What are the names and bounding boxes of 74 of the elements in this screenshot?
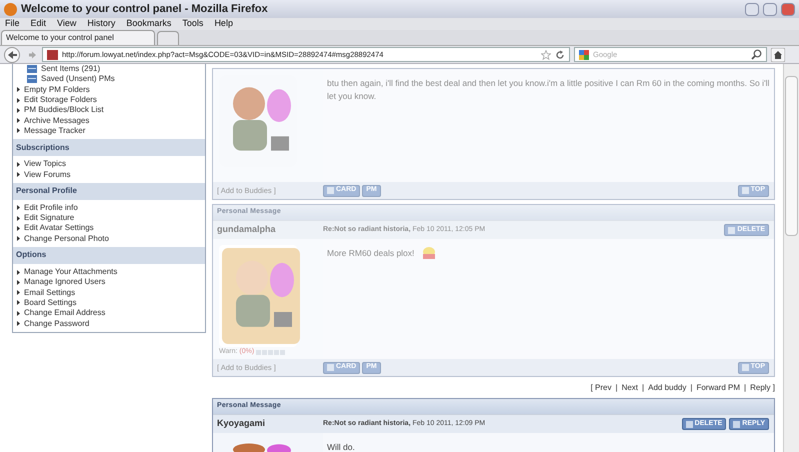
section-header: Subscriptions xyxy=(13,139,205,156)
menu-item[interactable]: Bookmarks xyxy=(126,17,172,31)
sidebar-link[interactable]: Email Settings xyxy=(24,286,76,299)
bullet-icon xyxy=(17,172,20,178)
sidebar-link[interactable]: View Topics xyxy=(24,158,66,170)
sidebar-link[interactable]: Edit Avatar Settings xyxy=(24,222,94,234)
warn-level-icon xyxy=(256,350,286,355)
search-engine-icon[interactable] xyxy=(579,50,589,60)
menu-item[interactable]: Edit xyxy=(30,17,46,31)
sidebar-link[interactable]: Board Settings xyxy=(24,296,76,309)
bullet-icon xyxy=(17,162,20,167)
section-header: Personal Profile xyxy=(13,182,205,200)
message-link[interactable]: Forward PM xyxy=(696,382,740,394)
bullet-icon xyxy=(17,108,20,113)
sidebar-link[interactable]: Sent Items (291) xyxy=(41,64,100,76)
sidebar-link[interactable]: Change Email Address xyxy=(24,307,106,320)
message-link[interactable]: Reply ] xyxy=(750,382,775,394)
sidebar-link[interactable]: Edit Storage Folders xyxy=(24,94,97,106)
separator-text: | xyxy=(690,382,692,394)
forward-icon[interactable] xyxy=(28,50,38,60)
bullet-icon xyxy=(17,205,20,210)
bullet-icon xyxy=(17,270,20,274)
message-text: btu then again, i'll find the best deal and then let you know.i'm a little positive I can Rm 60 in the coming months. So i'll let you know. xyxy=(327,77,770,103)
browser-tab[interactable]: Welcome to your control panel xyxy=(1,30,155,45)
sidebar-link[interactable]: Edit Profile info xyxy=(24,202,78,214)
home-icon[interactable] xyxy=(771,48,785,62)
sidebar-link[interactable]: View Forums xyxy=(24,168,71,181)
message-text: More RM60 deals plox! xyxy=(327,247,414,260)
sidebar-link[interactable]: Saved (Unsent) PMs xyxy=(41,73,115,86)
window-title: Welcome to your control panel - Mozilla Firefox xyxy=(21,2,269,17)
message-link[interactable]: Add buddy xyxy=(648,382,686,394)
bullet-icon xyxy=(17,118,20,124)
sidebar-link[interactable]: Manage Your Attachments xyxy=(24,266,118,278)
bullet-icon xyxy=(17,320,20,326)
sidebar-link[interactable]: Empty PM Folders xyxy=(24,84,90,96)
menu-item[interactable]: Tools xyxy=(182,17,204,31)
bullet-icon xyxy=(17,128,20,134)
bullet-icon xyxy=(17,300,20,306)
sidebar-link[interactable]: Change Personal Photo xyxy=(24,232,109,245)
bullet-icon xyxy=(17,87,20,92)
menu-item[interactable]: File xyxy=(5,17,20,31)
sidebar-link[interactable]: Archive Messages xyxy=(24,114,90,127)
separator-text: | xyxy=(744,382,746,394)
scroll-thumb[interactable] xyxy=(785,76,798,236)
message-link[interactable]: Next xyxy=(622,382,638,394)
bullet-icon xyxy=(17,310,20,316)
bullet-icon xyxy=(17,236,20,242)
sidebar-link[interactable]: Edit Signature xyxy=(24,212,74,224)
author-name[interactable]: Kyoyagami xyxy=(213,417,323,431)
section-header: Options xyxy=(13,246,205,264)
sidebar-link[interactable]: Change Password xyxy=(24,318,90,330)
bullet-icon xyxy=(17,216,20,221)
folder-icon xyxy=(27,65,37,74)
bullet-icon xyxy=(17,226,20,231)
sidebar-link[interactable]: Manage Ignored Users xyxy=(24,276,106,288)
reload-icon[interactable] xyxy=(555,50,565,60)
site-icon xyxy=(47,50,58,60)
folder-icon xyxy=(27,75,37,84)
menu-item[interactable]: History xyxy=(87,17,116,31)
message-text: Will do. xyxy=(327,441,355,452)
search-icon[interactable] xyxy=(751,49,762,60)
menu-item[interactable]: View xyxy=(57,17,76,31)
menu-item[interactable]: Help xyxy=(214,17,233,31)
separator-text: | xyxy=(616,382,618,394)
star-icon[interactable] xyxy=(541,50,551,60)
separator-text: | xyxy=(642,382,644,394)
bullet-icon xyxy=(17,280,20,285)
bullet-icon xyxy=(17,98,20,103)
scrollbar[interactable] xyxy=(783,64,799,452)
sidebar-link[interactable]: PM Buddies/Block List xyxy=(24,104,104,116)
bullet-icon xyxy=(17,290,20,296)
sidebar-link[interactable]: Message Tracker xyxy=(24,124,86,137)
emoticon-icon xyxy=(422,247,436,259)
message-link[interactable]: [ Prev xyxy=(590,382,612,394)
